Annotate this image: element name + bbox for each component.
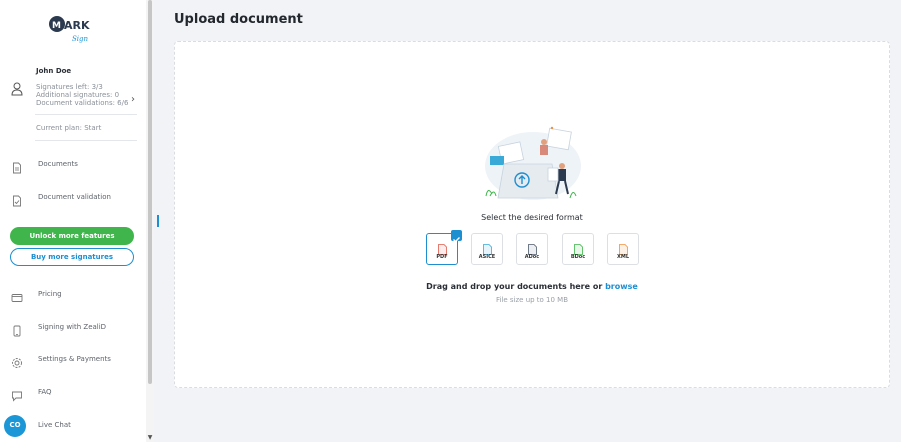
asice-file-icon xyxy=(483,240,492,255)
sidebar-scrollbar-thumb[interactable] xyxy=(148,0,152,384)
page-title: Upload document xyxy=(174,12,303,27)
document-validations: Document validations: 6/6 xyxy=(36,99,129,107)
active-indicator xyxy=(157,215,159,227)
mark-sign-logo[interactable]: M ARK Sign xyxy=(48,12,104,46)
bdoc-file-icon xyxy=(574,240,583,255)
checkmark-icon xyxy=(451,230,462,243)
credit-card-icon xyxy=(11,289,23,302)
xml-file-icon xyxy=(619,240,628,255)
pdf-file-icon xyxy=(438,240,447,255)
svg-text:M: M xyxy=(52,21,61,31)
current-plan: Current plan: Start xyxy=(36,124,102,132)
upload-illustration xyxy=(478,124,588,206)
sidebar-item-label: Document validation xyxy=(38,193,111,201)
chat-launcher-button[interactable]: CO xyxy=(4,415,26,437)
signatures-left: Signatures left: 3/3 xyxy=(36,83,103,91)
chat-bubble-icon xyxy=(11,387,23,402)
format-label: PDF xyxy=(436,254,448,260)
sidebar-item-label: Live Chat xyxy=(38,421,71,429)
sidebar-item-label: Pricing xyxy=(38,290,62,298)
sidebar-item-label: Settings & Payments xyxy=(38,355,111,363)
format-label: ADoc xyxy=(524,254,540,260)
additional-signatures: Additional signatures: 0 xyxy=(36,91,120,99)
format-option-adoc[interactable]: ADoc xyxy=(516,233,548,265)
format-option-xml[interactable]: XML xyxy=(607,233,639,265)
format-option-asice[interactable]: ASICE xyxy=(471,233,503,265)
buy-signatures-button[interactable]: Buy more signatures xyxy=(10,248,134,266)
sidebar-item-label: Documents xyxy=(38,160,78,168)
sidebar-item-documents[interactable]: Documents xyxy=(0,155,146,175)
chevron-right-icon[interactable]: › xyxy=(131,94,135,105)
adoc-file-icon xyxy=(528,240,537,255)
user-name: John Doe xyxy=(36,67,72,75)
scroll-down-arrow-icon[interactable]: ▼ xyxy=(146,434,154,442)
divider xyxy=(35,114,137,115)
format-label: ASICE xyxy=(478,254,496,260)
select-format-title: Select the desired format xyxy=(481,213,583,222)
divider xyxy=(35,140,137,141)
document-check-icon xyxy=(11,192,23,207)
gear-icon xyxy=(11,354,23,368)
browse-link[interactable]: browse xyxy=(605,282,638,291)
sidebar-item-settings[interactable]: Settings & Payments xyxy=(0,350,146,370)
drag-drop-instruction: Drag and drop your documents here or bro… xyxy=(174,282,890,291)
format-option-bdoc[interactable]: BDoc xyxy=(562,233,594,265)
sidebar-item-label: FAQ xyxy=(38,388,52,396)
file-size-limit: File size up to 10 MB xyxy=(495,296,569,304)
format-label: BDoc xyxy=(570,254,586,260)
svg-text:ARK: ARK xyxy=(64,19,90,32)
chat-badge-text: CO xyxy=(9,421,21,429)
unlock-features-button[interactable]: Unlock more features xyxy=(10,227,134,245)
sidebar-item-zealid[interactable]: Signing with ZealiD xyxy=(0,318,146,338)
format-option-pdf[interactable]: PDF xyxy=(426,230,462,265)
svg-text:Sign: Sign xyxy=(72,35,89,43)
sidebar-item-document-validation[interactable]: Document validation xyxy=(0,188,146,208)
sidebar-item-pricing[interactable]: Pricing xyxy=(0,285,146,305)
user-icon xyxy=(11,81,23,96)
drag-drop-text: Drag and drop your documents here or xyxy=(426,282,603,291)
sidebar-item-label: Signing with ZealiD xyxy=(38,323,107,331)
document-icon xyxy=(11,159,23,174)
sidebar-item-faq[interactable]: FAQ xyxy=(0,383,146,403)
sidebar: M ARK Sign John Doe Signatures left: 3/3… xyxy=(0,0,146,442)
format-label: XML xyxy=(616,254,630,260)
phone-icon xyxy=(11,322,23,337)
